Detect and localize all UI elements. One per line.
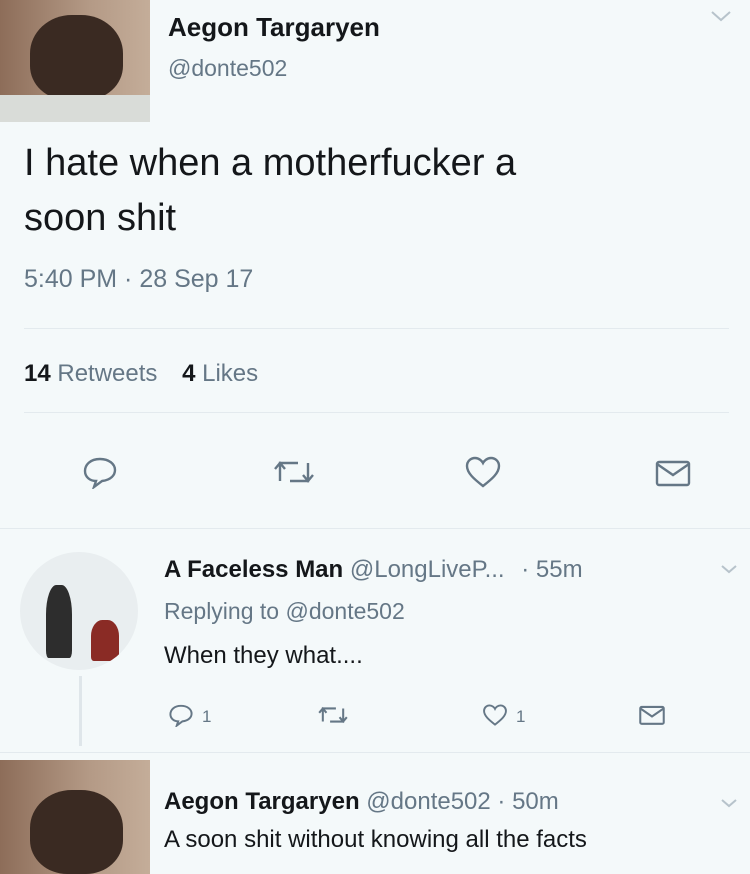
chevron-down-icon[interactable] [716, 794, 742, 812]
like-count: 1 [516, 707, 526, 726]
chevron-down-icon[interactable] [716, 560, 742, 578]
avatar[interactable] [20, 552, 138, 670]
divider [0, 528, 750, 529]
author-handle[interactable]: @LongLiveP... [350, 556, 505, 583]
author-name[interactable]: Aegon Targaryen [168, 12, 380, 43]
replying-prefix: Replying to [164, 598, 280, 624]
envelope-icon[interactable] [650, 454, 696, 492]
tweet-timestamp[interactable]: 5:40 PM · 28 Sep 17 [24, 265, 253, 294]
retweets-count: 14 [24, 360, 51, 387]
reply-icon[interactable] [78, 452, 122, 492]
tweet-text: I hate when a motherfucker a soon shit [24, 136, 516, 246]
author-handle[interactable]: @donte502 [168, 55, 287, 82]
retweet-icon[interactable] [268, 452, 320, 492]
tweet-text-line: I hate when a motherfucker a [24, 142, 517, 184]
reply-header: Aegon Targaryen @donte502 · 50m [164, 788, 559, 816]
tweet-text-line: soon shit [24, 197, 177, 239]
reply-count: 1 [202, 707, 212, 726]
reply-text: When they what.... [164, 642, 363, 669]
reply-text: A soon shit without knowing all the fact… [164, 826, 587, 853]
likes-count: 4 [182, 360, 196, 387]
retweets-label: Retweets [57, 360, 158, 387]
avatar[interactable] [0, 760, 150, 874]
reply-time[interactable]: · 55m [521, 556, 582, 583]
avatar[interactable] [0, 0, 150, 122]
likes-label: Likes [202, 360, 259, 387]
replying-handle[interactable]: @donte502 [285, 598, 404, 624]
author-handle[interactable]: @donte502 [366, 788, 490, 815]
reply-header: A Faceless Man @LongLiveP... · 55m [164, 556, 583, 584]
retweets-stat[interactable]: 14 Retweets [24, 360, 164, 387]
replying-to: Replying to @donte502 [164, 598, 405, 625]
envelope-icon[interactable] [636, 701, 668, 729]
likes-stat[interactable]: 4 Likes [182, 360, 258, 387]
heart-icon[interactable] [460, 452, 506, 492]
author-name[interactable]: A Faceless Man [164, 556, 343, 583]
heart-icon[interactable] [480, 700, 510, 730]
reply-icon[interactable] [166, 700, 196, 730]
chevron-down-icon[interactable] [706, 6, 736, 26]
author-name[interactable]: Aegon Targaryen [164, 788, 360, 815]
thread-line [79, 676, 82, 746]
divider [24, 328, 729, 329]
divider [24, 412, 729, 413]
reply-time[interactable]: · 50m [497, 788, 558, 815]
tweet-stats: 14 Retweets 4 Likes [24, 360, 258, 388]
retweet-icon[interactable] [316, 700, 350, 730]
divider [0, 752, 750, 753]
